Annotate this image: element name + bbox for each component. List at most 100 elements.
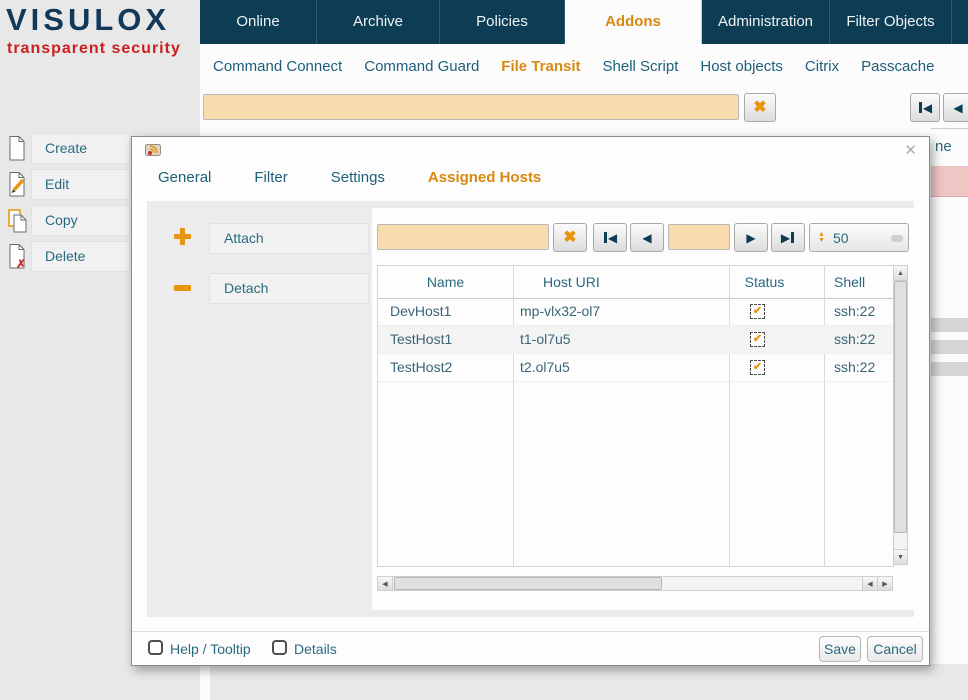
tab-settings[interactable]: Settings (331, 169, 385, 186)
partial-column-header-text: ne (931, 129, 968, 165)
content-left-edge (200, 664, 210, 700)
page-size-handle (891, 235, 903, 242)
vertical-scrollbar[interactable]: ▲ ▼ (893, 265, 908, 565)
cell-shell: ssh:22 (824, 298, 894, 325)
subnav-item-command-connect[interactable]: Command Connect (202, 58, 353, 75)
main-first-page-button[interactable]: ◀ (910, 93, 940, 122)
page-size-value: 50 (833, 230, 849, 246)
main-clear-filter-button[interactable]: ✖ (744, 93, 776, 122)
scroll-right-button[interactable]: ▶ (877, 577, 892, 590)
help-tooltip-checkbox[interactable] (148, 640, 163, 655)
table-first-page-button[interactable]: ◀ (593, 223, 627, 252)
arrow-right-icon: ▶ (746, 232, 755, 244)
brand-tagline: transparent security (7, 40, 181, 58)
subnav-item-shell-script[interactable]: Shell Script (592, 58, 690, 75)
subnav-item-citrix[interactable]: Citrix (794, 58, 850, 75)
status-checkbox[interactable]: ✔ (750, 360, 765, 375)
arrow-left-icon: ◀ (867, 580, 872, 588)
cell-host-uri: t1-ol7u5 (513, 326, 729, 353)
subnav-item-command-guard[interactable]: Command Guard (353, 58, 490, 75)
attach-button[interactable]: Attach (209, 223, 369, 254)
arrow-left-icon: ◀ (923, 102, 932, 114)
table-page-number-input[interactable] (668, 224, 730, 250)
table-last-page-button[interactable]: ▶ (771, 223, 805, 252)
background-table-row-fragment (931, 318, 968, 332)
subnav-item-host-objects[interactable]: Host objects (689, 58, 794, 75)
save-button[interactable]: Save (819, 636, 861, 662)
cell-name: TestHost2 (378, 354, 513, 381)
clear-icon: ✖ (753, 100, 766, 116)
arrow-right-icon: ▶ (781, 232, 790, 244)
tab-general[interactable]: General (158, 169, 211, 186)
table-clear-filter-button[interactable]: ✖ (553, 223, 587, 252)
cell-shell: ssh:22 (824, 326, 894, 353)
status-checkbox[interactable]: ✔ (750, 332, 765, 347)
topnav-item-policies[interactable]: Policies (440, 0, 565, 44)
cancel-button[interactable]: Cancel (867, 636, 923, 662)
table-row[interactable]: TestHost2 t2.ol7u5 ✔ ssh:22 (378, 354, 894, 382)
cell-name: DevHost1 (378, 298, 513, 325)
edit-pencil-icon (7, 171, 28, 198)
main-search-input[interactable] (203, 94, 739, 120)
table-row[interactable]: DevHost1 mp-vlx32-ol7 ✔ ssh:22 (378, 298, 894, 326)
scroll-down-button[interactable]: ▼ (894, 549, 907, 564)
arrow-left-icon: ◀ (642, 232, 651, 244)
dialog-footer: Help / Tooltip Details Save Cancel (132, 631, 929, 665)
last-page-icon (791, 232, 794, 243)
details-checkbox[interactable] (272, 640, 287, 655)
cell-shell: ssh:22 (824, 354, 894, 381)
arrow-left-icon: ◀ (953, 102, 962, 114)
visulox-admin-screen: VISULOX transparent security Online Arch… (0, 0, 968, 700)
scroll-left-button-right[interactable]: ◀ (862, 577, 877, 590)
tab-filter[interactable]: Filter (254, 169, 287, 186)
column-header-host-uri[interactable]: Host URI (513, 266, 729, 298)
column-header-shell[interactable]: Shell (824, 266, 894, 298)
arrow-down-icon: ▼ (897, 554, 904, 561)
table-row[interactable]: TestHost1 t1-ol7u5 ✔ ssh:22 (378, 326, 894, 354)
horizontal-scroll-thumb[interactable] (394, 577, 662, 590)
table-search-input[interactable] (377, 224, 549, 250)
help-tooltip-label: Help / Tooltip (170, 641, 251, 657)
topnav-item-filter-objects[interactable]: Filter Objects (830, 0, 952, 44)
dialog-titlebar: ✕ (132, 137, 929, 163)
arrow-up-icon: ▲ (897, 270, 904, 277)
page-size-selector[interactable]: ▲▼ 50 (809, 223, 909, 252)
assigned-hosts-dialog: ✕ General Filter Settings Assigned Hosts… (131, 136, 930, 666)
topnav-item-online[interactable]: Online (200, 0, 317, 44)
background-table-row-fragment (931, 362, 968, 376)
plus-icon (174, 228, 191, 245)
vertical-scroll-thumb[interactable] (894, 281, 907, 533)
table-next-page-button[interactable]: ▶ (734, 223, 768, 252)
subnav-item-file-transit[interactable]: File Transit (490, 58, 591, 75)
scroll-up-button[interactable]: ▲ (894, 266, 907, 281)
detach-button[interactable]: Detach (209, 273, 369, 304)
delete-button[interactable]: Delete (31, 241, 130, 272)
cell-status: ✔ (729, 298, 824, 325)
topnav-item-archive[interactable]: Archive (317, 0, 440, 44)
hosts-grid: Name Host URI Status Shell DevHost1 mp-v… (377, 265, 894, 567)
delete-document-icon: ✗ (7, 243, 28, 270)
table-prev-page-button[interactable]: ◀ (630, 223, 664, 252)
topnav-item-administration[interactable]: Administration (702, 0, 830, 44)
background-table-header-fragment: ne (931, 128, 968, 169)
hosts-table-block: ✖ ◀ ◀ ▶ ▶ ▲ ▼ (372, 208, 914, 610)
subnav-item-passcache[interactable]: Passcache (850, 58, 945, 75)
close-icon[interactable]: ✕ (904, 141, 917, 159)
arrow-right-icon: ▶ (882, 580, 887, 588)
column-header-name[interactable]: Name (378, 266, 513, 298)
create-button[interactable]: Create (31, 133, 130, 164)
svg-text:✗: ✗ (16, 257, 26, 270)
topnav-item-addons[interactable]: Addons (565, 0, 702, 44)
copy-button[interactable]: Copy (31, 205, 130, 236)
horizontal-scrollbar[interactable]: ◀ ◀ ▶ (377, 576, 893, 591)
column-header-status[interactable]: Status (729, 266, 824, 298)
background-table-row-highlight (931, 166, 968, 197)
cell-name: TestHost1 (378, 326, 513, 353)
tab-assigned-hosts[interactable]: Assigned Hosts (428, 169, 541, 186)
main-prev-page-button[interactable]: ◀ (943, 93, 968, 122)
scroll-left-button[interactable]: ◀ (378, 577, 393, 590)
status-checkbox[interactable]: ✔ (750, 304, 765, 319)
copy-documents-icon (7, 207, 28, 234)
document-new-icon (7, 135, 28, 162)
edit-button[interactable]: Edit (31, 169, 130, 200)
